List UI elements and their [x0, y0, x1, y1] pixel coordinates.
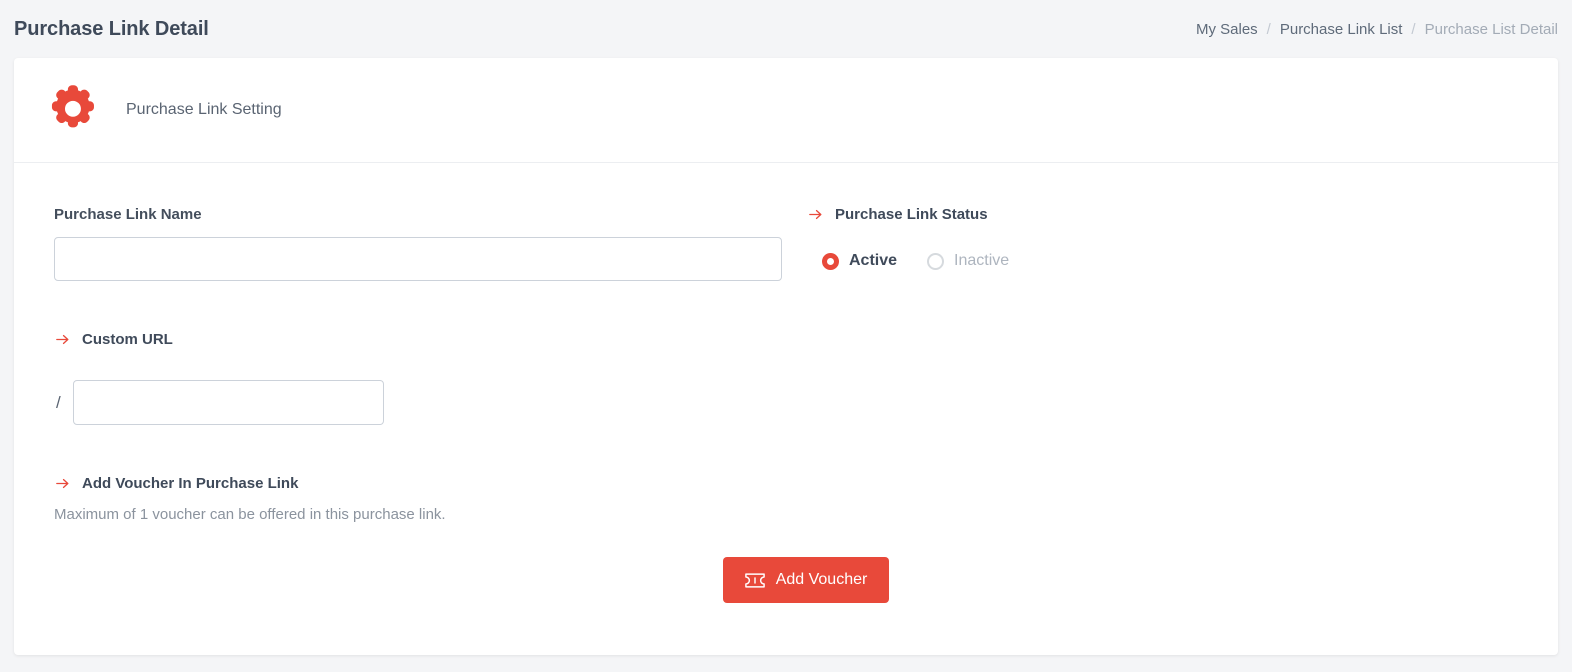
add-voucher-button[interactable]: Add Voucher: [722, 557, 890, 603]
gear-icon: [43, 81, 101, 139]
card-header: Purchase Link Setting: [14, 58, 1558, 163]
add-voucher-heading: Add Voucher In Purchase Link: [54, 475, 1558, 492]
purchase-link-setting-card: Purchase Link Setting Purchase Link Name…: [14, 58, 1558, 655]
purchase-link-status-group: Purchase Link Status Active Inactive: [782, 206, 1039, 281]
arrow-right-icon: [54, 475, 71, 492]
add-voucher-group: Add Voucher In Purchase Link Maximum of …: [14, 425, 1558, 603]
radio-active-mark[interactable]: [822, 252, 839, 270]
breadcrumb-item-purchase-list-detail: Purchase List Detail: [1424, 20, 1558, 38]
radio-inactive-label: Inactive: [954, 252, 1010, 269]
custom-url-heading: Custom URL: [54, 331, 1558, 348]
custom-url-input-row: /: [54, 380, 1558, 425]
breadcrumb-item-my-sales[interactable]: My Sales: [1196, 21, 1258, 38]
top-bar: Purchase Link Detail My Sales / Purchase…: [0, 0, 1572, 58]
breadcrumb-item-purchase-link-list[interactable]: Purchase Link List: [1280, 21, 1403, 38]
arrow-right-icon: [54, 331, 71, 348]
custom-url-prefix: /: [56, 392, 61, 412]
add-voucher-button-label: Add Voucher: [775, 571, 868, 588]
card-body: Purchase Link Name Purchase Link Status: [14, 163, 1558, 603]
custom-url-label: Custom URL: [82, 331, 173, 348]
purchase-link-name-label: Purchase Link Name: [54, 206, 202, 223]
custom-url-input[interactable]: [73, 380, 384, 425]
purchase-link-name-input[interactable]: [54, 237, 782, 281]
purchase-link-status-label: Purchase Link Status: [835, 206, 988, 223]
radio-option-inactive[interactable]: Inactive: [927, 252, 1009, 270]
breadcrumb-separator: /: [1411, 20, 1416, 38]
page-title: Purchase Link Detail: [14, 17, 209, 40]
custom-url-group: Custom URL /: [14, 281, 1558, 425]
radio-option-active[interactable]: Active: [822, 252, 897, 270]
card-header-title: Purchase Link Setting: [126, 101, 282, 118]
ticket-icon: [744, 572, 765, 588]
form-row-primary: Purchase Link Name Purchase Link Status: [14, 163, 1558, 281]
radio-active-label: Active: [849, 252, 898, 269]
breadcrumb: My Sales / Purchase Link List / Purchase…: [1196, 21, 1558, 38]
purchase-link-status-radio-group: Active Inactive: [807, 252, 1039, 270]
purchase-link-status-heading: Purchase Link Status: [807, 206, 1039, 223]
arrow-right-icon: [807, 206, 824, 223]
add-voucher-note: Maximum of 1 voucher can be offered in t…: [54, 506, 446, 523]
radio-inactive-mark[interactable]: [927, 252, 945, 270]
breadcrumb-separator: /: [1266, 20, 1271, 38]
add-voucher-label: Add Voucher In Purchase Link: [82, 475, 299, 492]
purchase-link-name-group: Purchase Link Name: [14, 206, 782, 281]
add-voucher-button-row: Add Voucher: [54, 557, 1558, 603]
